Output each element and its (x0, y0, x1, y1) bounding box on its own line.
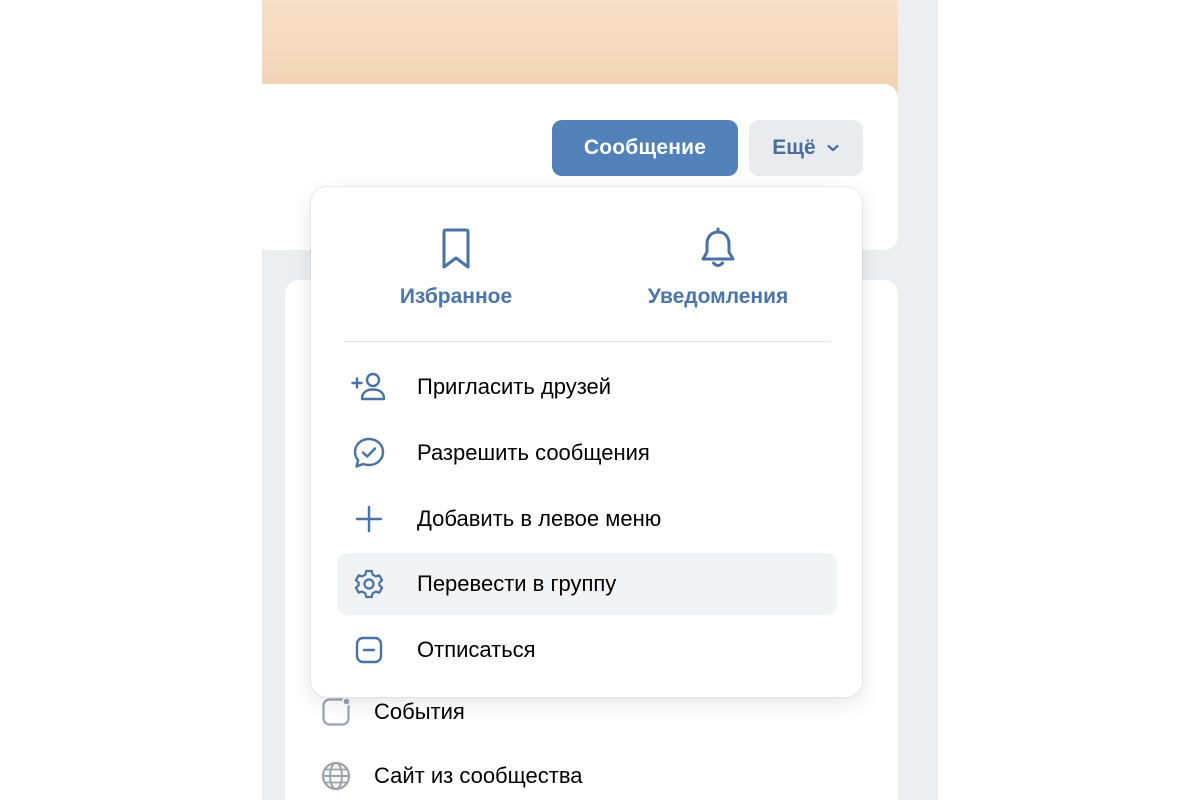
community-menu-item-label: Сайт из сообщества (374, 763, 583, 788)
favorites-label: Избранное (399, 285, 513, 308)
page: Сообщение Ещё События Сайт из сообщества… (0, 0, 1200, 800)
globe-icon (320, 760, 352, 792)
bell-icon (698, 227, 738, 285)
menu-item-allow-messages[interactable]: Разрешить сообщения (337, 422, 837, 484)
menu-item-label: Пригласить друзей (417, 374, 612, 399)
more-button-label: Ещё (772, 136, 816, 159)
menu-item-convert-to-group[interactable]: Перевести в группу (337, 553, 837, 615)
message-check-icon (351, 435, 387, 471)
favorites-button[interactable]: Избранное (371, 227, 541, 309)
community-menu-item-label: События (374, 699, 465, 724)
add-user-icon (351, 369, 387, 405)
menu-item-label: Перевести в группу (417, 571, 617, 596)
more-button[interactable]: Ещё (749, 120, 863, 176)
minus-square-icon (351, 632, 387, 668)
community-menu-item-site[interactable]: Сайт из сообщества (320, 756, 583, 796)
message-button-label: Сообщение (583, 136, 707, 159)
chevron-down-icon (826, 143, 840, 153)
menu-item-label: Отписаться (417, 637, 536, 662)
community-menu-item-events[interactable]: События (320, 692, 465, 732)
menu-item-invite-friends[interactable]: Пригласить друзей (337, 356, 837, 418)
plus-icon (351, 501, 387, 537)
message-button[interactable]: Сообщение (552, 120, 738, 176)
more-dropdown-menu: Избранное Уведомления Пригласить друзей … (311, 187, 862, 697)
menu-divider (344, 341, 830, 342)
menu-item-add-to-left-menu[interactable]: Добавить в левое меню (337, 488, 837, 550)
gear-icon (351, 566, 387, 602)
menu-item-label: Добавить в левое меню (417, 506, 662, 531)
events-icon (320, 696, 352, 728)
notifications-button[interactable]: Уведомления (633, 227, 803, 309)
bookmark-icon (436, 227, 476, 285)
notifications-label: Уведомления (647, 285, 789, 308)
menu-item-unsubscribe[interactable]: Отписаться (337, 619, 837, 681)
menu-item-label: Разрешить сообщения (417, 440, 650, 465)
